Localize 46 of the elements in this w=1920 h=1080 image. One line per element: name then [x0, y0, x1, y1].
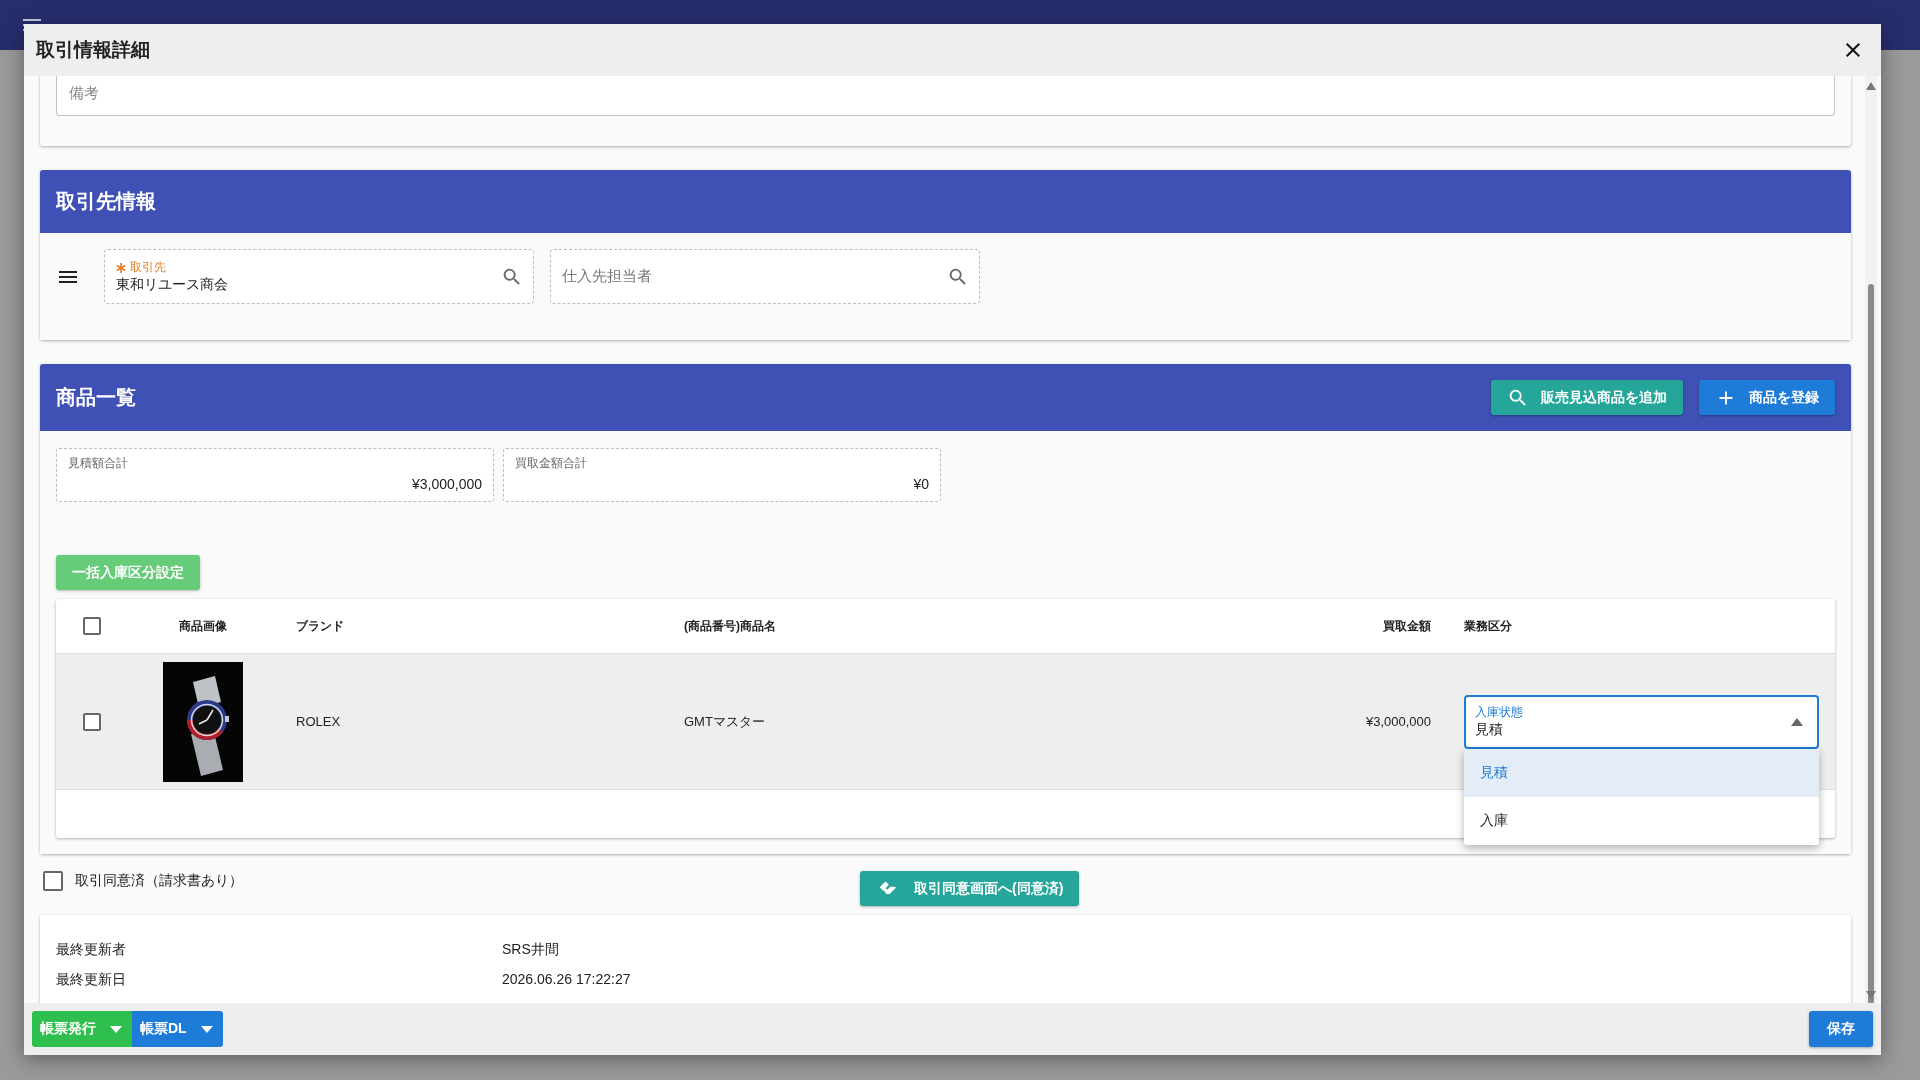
field-value: 見積 — [1475, 721, 1504, 739]
save-button[interactable]: 保存 — [1809, 1011, 1873, 1047]
select-field[interactable]: 入庫状態 見積 — [1464, 694, 1819, 749]
scroll-down-icon[interactable] — [1866, 991, 1876, 999]
info-label: 最終更新者 — [56, 941, 127, 959]
agreement-button[interactable]: 取引同意画面へ(同意済) — [860, 871, 1080, 906]
info-label: 最終更新日 — [56, 971, 127, 989]
column-header: 買取金額 — [1382, 617, 1432, 635]
dropdown-item[interactable]: 見積 — [1464, 749, 1819, 797]
field-label: 取引先 — [130, 259, 166, 276]
scrollbar[interactable] — [1865, 76, 1877, 1003]
lookup-field[interactable]: 仕入先担当者 — [550, 249, 980, 304]
column-header: ブランド — [295, 617, 345, 635]
menu-button[interactable]: 帳票DL — [132, 1011, 223, 1047]
field-placeholder: 仕入先担当者 — [562, 267, 653, 286]
add-button[interactable]: 販売見込商品を追加 — [1491, 380, 1683, 415]
field-value: 東和リユース商会 — [116, 276, 229, 294]
field-label: 入庫状態 — [1475, 704, 1524, 721]
register-button[interactable]: 商品を登録 — [1699, 380, 1835, 415]
menu-button[interactable]: 帳票発行 — [32, 1011, 132, 1047]
lookup-field[interactable]: 取引先 東和リユース商会 — [104, 249, 534, 304]
table-cell-text: GMTマスター — [684, 712, 766, 731]
checkbox[interactable] — [83, 712, 101, 731]
checkbox[interactable] — [83, 617, 101, 635]
caret-icon — [1791, 717, 1803, 726]
checkbox-label: 取引同意済（請求書あり） — [75, 872, 243, 890]
column-header: (商品番号)商品名 — [684, 617, 777, 635]
column-header: 商品画像 — [178, 617, 228, 635]
section-title: 取引先情報 — [56, 189, 156, 214]
table-cell-text: ROLEX — [295, 714, 342, 729]
field-label: 買取金額合計 — [515, 455, 588, 472]
caret-icon — [110, 1025, 122, 1033]
remarks-field[interactable]: 備考 — [56, 76, 1835, 116]
info-value: SRS井間 — [502, 941, 560, 959]
field-label: 見積額合計 — [68, 455, 129, 472]
caret-icon — [200, 1025, 213, 1033]
section-title: 商品一覧 — [56, 385, 136, 410]
dialog-title: 取引情報詳細 — [36, 38, 150, 62]
info-value: 2026.06.26 17:22:27 — [502, 971, 632, 989]
scroll-up-icon[interactable] — [1866, 82, 1876, 90]
field-value: ¥3,000,000 — [410, 476, 482, 492]
checkbox[interactable] — [43, 871, 63, 891]
column-header: 業務区分 — [1464, 617, 1513, 635]
dropdown-item[interactable]: 入庫 — [1464, 797, 1819, 845]
table-cell-text: ¥3,000,000 — [1364, 714, 1432, 729]
field-value: ¥0 — [912, 476, 929, 492]
